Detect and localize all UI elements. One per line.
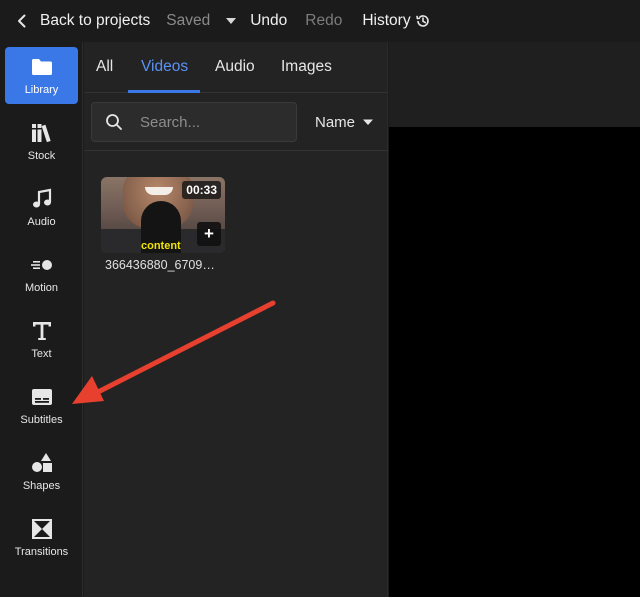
add-clip-button[interactable]: + [197,222,221,246]
folder-icon [31,59,52,75]
rail-item-label: Audio [27,216,56,228]
search-input[interactable] [140,113,290,131]
tab-images[interactable]: Images [281,42,332,93]
rail-item-label: Motion [24,282,59,294]
history-label: History [362,12,411,29]
clip-duration-badge: 00:33 [182,181,221,199]
rail-item-text[interactable]: Text [5,311,78,368]
back-to-projects-label: Back to projects [40,12,151,29]
save-options-button[interactable] [224,14,238,28]
search-icon [106,114,122,130]
preview-toolbar-area [389,42,640,127]
books-icon [31,124,51,143]
redo-button[interactable]: Redo [305,12,342,30]
caret-down-icon [363,119,374,125]
video-clip-thumbnail[interactable]: content 00:33 + [101,177,225,253]
motion-icon [30,260,52,270]
rail-item-transitions[interactable]: Transitions [5,509,78,566]
rail-item-label: Transitions [14,546,69,558]
library-panel: All Videos Audio Images Name content 00:… [84,42,388,597]
rail-item-label: Text [31,348,52,360]
history-button[interactable]: History [362,12,430,30]
rail-item-shapes[interactable]: Shapes [5,443,78,500]
clip-filename: 366436880_6709… [105,258,215,272]
search-box[interactable] [91,102,297,142]
text-t-icon [32,322,51,340]
caret-down-icon [226,18,237,24]
rail-item-label: Stock [27,150,56,162]
tab-all[interactable]: All [96,42,113,93]
transitions-icon [31,519,52,539]
rail-item-subtitles[interactable]: Subtitles [5,377,78,434]
back-to-projects-button[interactable]: Back to projects [0,0,150,42]
active-tab-indicator [128,90,200,93]
rail-item-label: Shapes [22,480,61,492]
saved-status: Saved [166,12,211,29]
subtitles-icon [31,389,52,405]
tab-videos[interactable]: Videos [141,42,188,93]
sort-label: Name [315,113,356,131]
rail-item-stock[interactable]: Stock [5,113,78,170]
music-note-icon [32,188,51,208]
undo-button[interactable]: Undo [250,12,287,30]
rail-item-library[interactable]: Library [5,47,78,104]
thumbnail-caption: content [141,240,181,252]
rail-item-audio[interactable]: Audio [5,179,78,236]
rail-item-label: Library [24,84,59,96]
chevron-left-icon [18,14,26,28]
left-tool-rail: Library Stock Audio Motion Text Subtitle… [0,42,83,597]
shapes-icon [31,453,52,472]
tab-audio[interactable]: Audio [215,42,255,93]
sort-dropdown[interactable]: Name [315,102,374,142]
panel-divider [84,150,388,151]
history-icon [415,15,429,27]
rail-item-label: Subtitles [20,414,63,426]
video-preview-canvas [389,127,640,597]
top-bar: Back to projects Saved Undo Redo History [0,0,640,42]
rail-item-motion[interactable]: Motion [5,245,78,302]
media-type-tabs: All Videos Audio Images [84,42,388,93]
